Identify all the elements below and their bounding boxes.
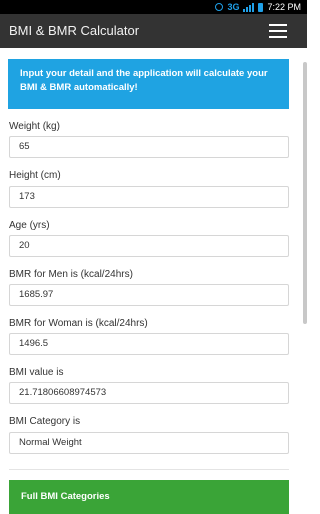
full-bmi-categories-button[interactable]: Full BMI Categories: [9, 480, 289, 514]
app-title: BMI & BMR Calculator: [9, 23, 140, 38]
height-label: Height (cm): [9, 170, 61, 181]
bmr-men-output[interactable]: 1685.97: [9, 284, 289, 306]
bmr-woman-label: BMR for Woman is (kcal/24hrs): [9, 318, 148, 329]
main-content: Input your detail and the application wi…: [0, 48, 307, 514]
bmi-category-label: BMI Category is: [9, 416, 81, 427]
bmi-category-output[interactable]: Normal Weight: [9, 432, 289, 454]
age-label: Age (yrs): [9, 220, 50, 231]
info-banner: Input your detail and the application wi…: [8, 59, 289, 109]
alarm-icon: [215, 3, 224, 11]
status-bar: 3G 7:22 PM: [0, 0, 307, 14]
network-type: 3G: [227, 2, 240, 12]
bmi-value-label: BMI value is: [9, 367, 64, 378]
hamburger-menu-icon[interactable]: [269, 23, 287, 39]
height-input[interactable]: 173: [9, 186, 289, 208]
battery-icon: [258, 2, 264, 12]
weight-label: Weight (kg): [9, 121, 60, 132]
status-time: 7:22 PM: [267, 2, 301, 12]
age-input[interactable]: 20: [9, 235, 289, 257]
app-bar: BMI & BMR Calculator: [0, 14, 307, 48]
divider: [9, 469, 289, 470]
bmr-woman-output[interactable]: 1496.5: [9, 333, 289, 355]
status-icons: 3G 7:22 PM: [215, 0, 301, 14]
weight-input[interactable]: 65: [9, 136, 289, 158]
bmr-men-label: BMR for Men is (kcal/24hrs): [9, 269, 133, 280]
scrollbar[interactable]: [303, 62, 307, 324]
signal-icon: [243, 2, 255, 12]
bmi-value-output[interactable]: 21.71806608974573: [9, 382, 289, 404]
